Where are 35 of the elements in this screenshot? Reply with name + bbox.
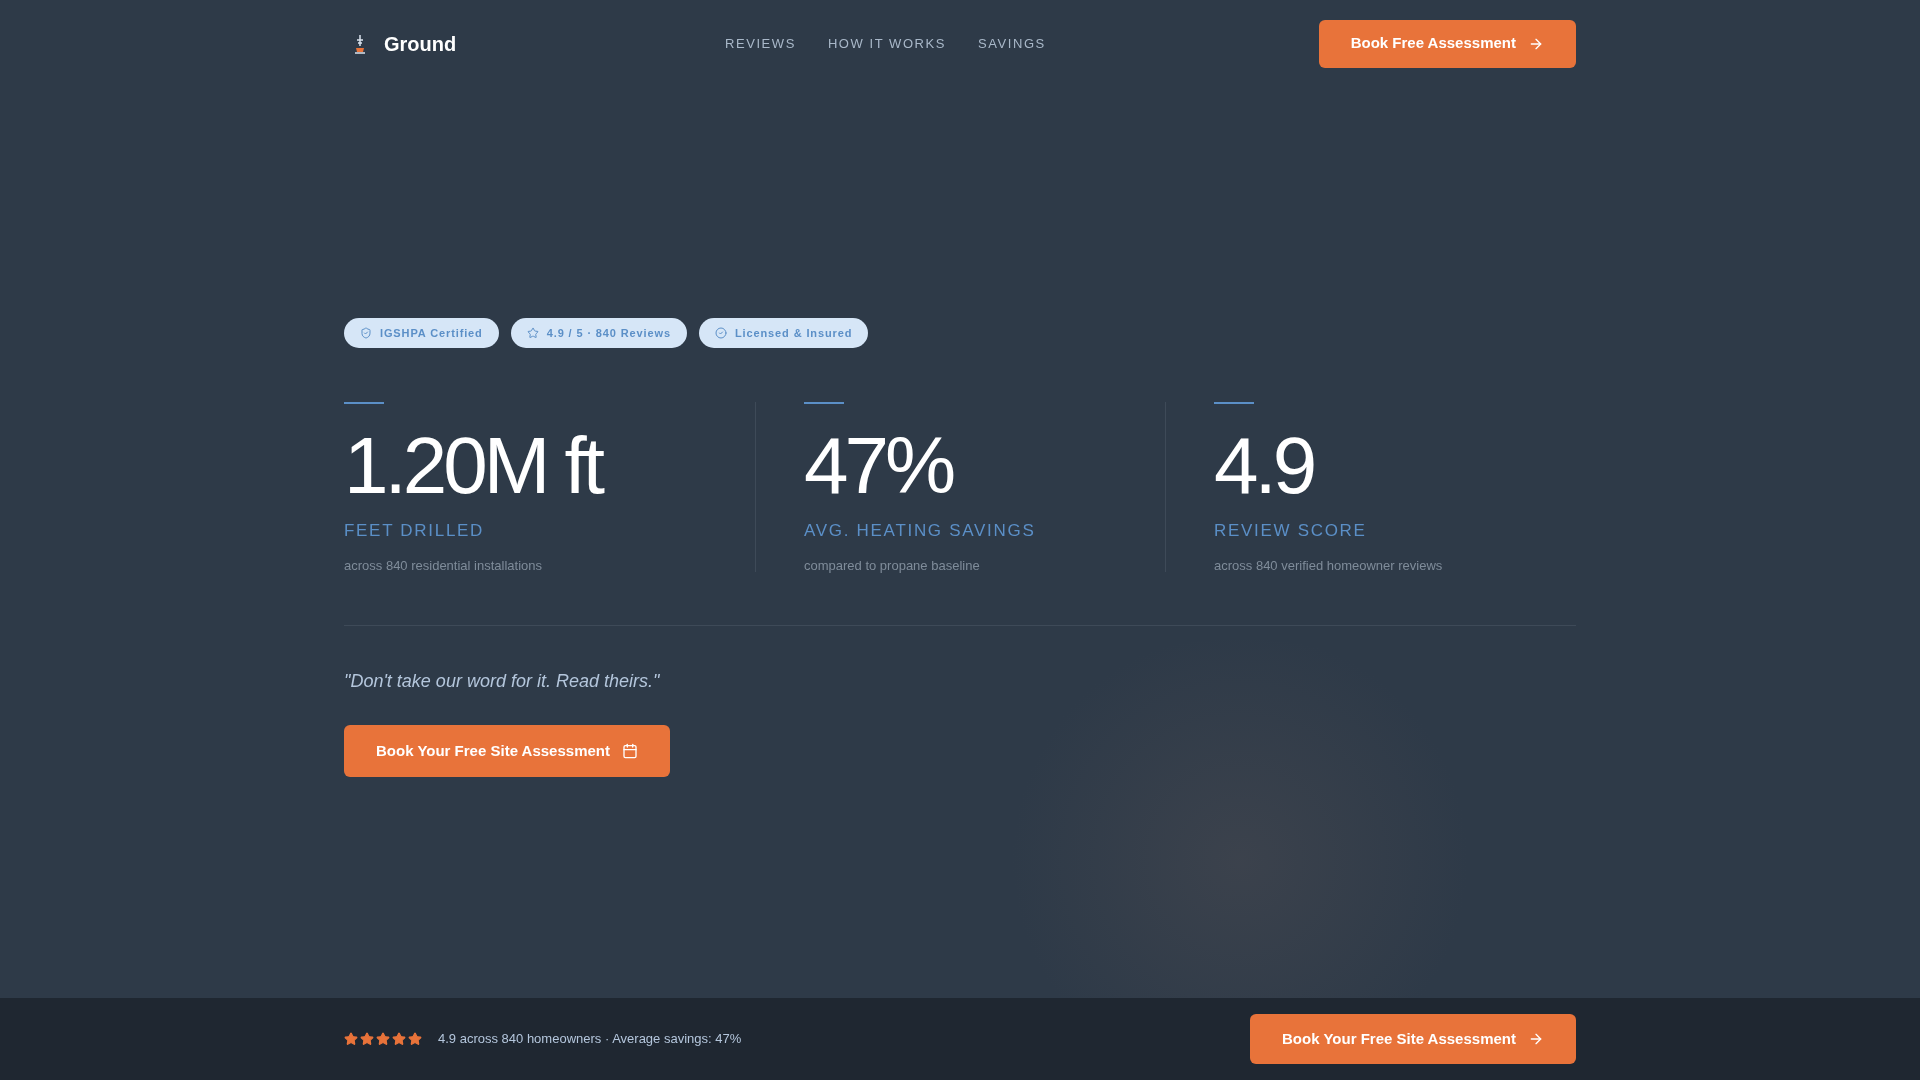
stat-value: 47% xyxy=(804,422,954,510)
badge: Licensed & Insured xyxy=(699,318,869,348)
accent-line xyxy=(344,402,384,404)
shield-icon xyxy=(360,327,372,339)
accent-line xyxy=(1214,402,1254,404)
accent-line xyxy=(804,402,844,404)
brand-name: Ground xyxy=(384,31,457,57)
check-circle-icon xyxy=(715,327,727,339)
drill-rig-icon xyxy=(352,33,368,54)
calendar-icon xyxy=(622,743,638,759)
nav-link[interactable]: HOW IT WORKS xyxy=(827,33,947,54)
book-assessment-button[interactable]: Book Free Assessment xyxy=(1318,19,1576,68)
stat-label: AVG. HEATING SAVINGS xyxy=(804,520,1037,542)
badge: 4.9 / 5 · 840 Reviews xyxy=(510,318,687,348)
stat-label: REVIEW SCORE xyxy=(1214,520,1368,542)
arrow-right-icon xyxy=(1528,1031,1544,1047)
book-site-assessment-button[interactable]: Book Your Free Site Assessment xyxy=(1250,1014,1576,1064)
book-site-assessment-button[interactable]: Book Your Free Site Assessment xyxy=(344,725,670,777)
badge: IGSHPA Certified xyxy=(344,318,499,348)
nav-link[interactable]: REVIEWS xyxy=(725,33,796,54)
star-icon xyxy=(360,1032,374,1046)
stat-note: compared to propane baseline xyxy=(804,556,981,575)
star-icon xyxy=(344,1032,358,1046)
stat-note: across 840 verified homeowner reviews xyxy=(1214,556,1444,575)
stat-label: FEET DRILLED xyxy=(344,520,486,542)
stat-value: 1.20M ft xyxy=(344,422,603,510)
star-icon xyxy=(392,1032,406,1046)
rating-summary: 4.9 across 840 homeowners · Average savings: 47% xyxy=(438,1030,742,1049)
stat-note: across 840 residential installations xyxy=(344,556,543,575)
star-icon xyxy=(376,1032,390,1046)
star-icon xyxy=(526,327,539,339)
star-icon xyxy=(408,1032,422,1046)
stat-value: 4.9 xyxy=(1214,422,1315,510)
quote: "Don't take our word for it. Read theirs." xyxy=(344,670,661,693)
nav-link[interactable]: SAVINGS xyxy=(978,33,1046,54)
